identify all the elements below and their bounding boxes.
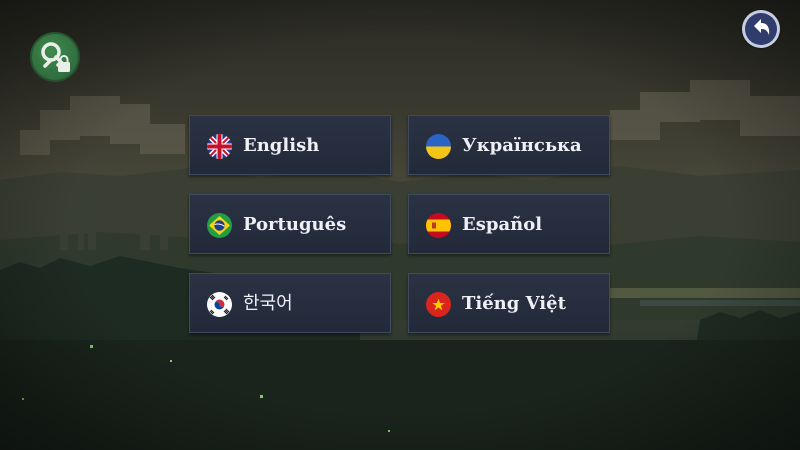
language-button-vietnamese[interactable]: Tiếng Việt <box>408 273 610 333</box>
key-lock-icon <box>41 42 70 72</box>
language-label: 한국어 <box>243 293 293 314</box>
back-button[interactable] <box>742 10 780 48</box>
vietnam-flag-icon <box>426 292 451 317</box>
language-button-korean[interactable]: 한국어 <box>189 273 391 333</box>
korea-flag-icon <box>207 292 232 317</box>
uk-flag-icon <box>207 134 232 159</box>
language-button-spanish[interactable]: Español <box>408 194 610 254</box>
key-lock-button[interactable] <box>30 32 80 82</box>
language-button-ukrainian[interactable]: Українська <box>408 115 610 175</box>
language-label: Español <box>462 214 543 235</box>
language-button-english[interactable]: English <box>189 115 391 175</box>
language-label: English <box>243 135 320 156</box>
ukraine-flag-icon <box>426 134 451 159</box>
spain-flag-icon <box>426 213 451 238</box>
language-label: Українська <box>462 135 582 156</box>
language-label: Tiếng Việt <box>462 293 566 314</box>
language-button-portuguese[interactable]: Português <box>189 194 391 254</box>
brazil-flag-icon <box>207 213 232 238</box>
language-label: Português <box>243 214 347 235</box>
background-landscape <box>0 0 800 450</box>
back-arrow-icon <box>754 19 770 35</box>
